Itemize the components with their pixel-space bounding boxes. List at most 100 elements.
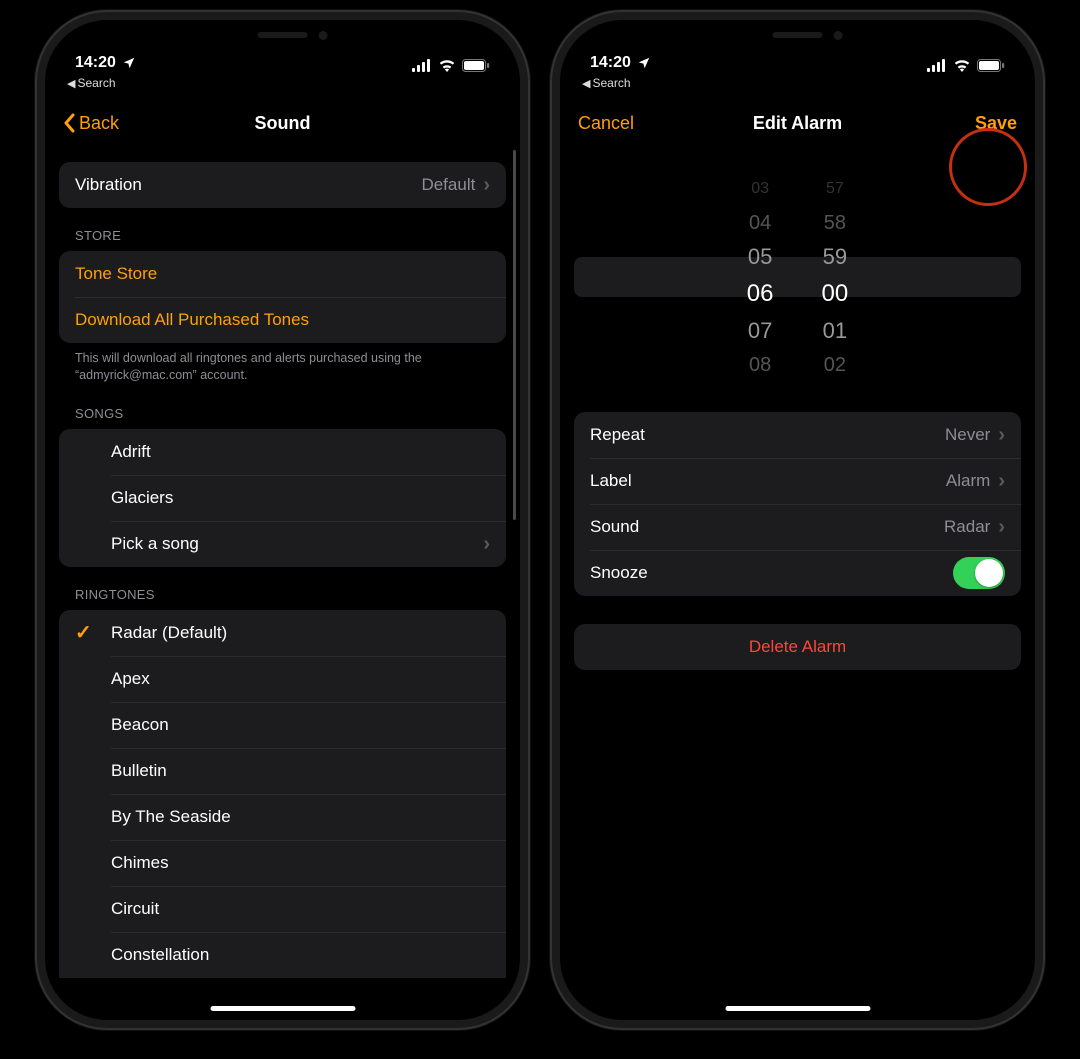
- song-label: Adrift: [111, 442, 151, 462]
- cellular-signal-icon: [927, 59, 947, 72]
- songs-header: SONGS: [59, 400, 506, 429]
- tone-store-label: Tone Store: [75, 264, 157, 284]
- scrollbar[interactable]: [513, 150, 516, 520]
- label-value: Alarm: [946, 471, 990, 491]
- time-picker[interactable]: 03 04 05 06 07 08 09 57 58 59 00 01: [574, 172, 1021, 382]
- tone-store-row[interactable]: Tone Store: [59, 251, 506, 297]
- picker-value: 58: [824, 206, 846, 240]
- ringtone-label: Apex: [111, 669, 150, 689]
- song-row[interactable]: Glaciers: [59, 475, 506, 521]
- sound-row[interactable]: Sound Radar ›: [574, 504, 1021, 550]
- cellular-signal-icon: [412, 59, 432, 72]
- picker-value: 04: [749, 206, 771, 240]
- vibration-value: Default: [421, 175, 475, 195]
- snooze-label: Snooze: [590, 563, 648, 583]
- picker-value: 08: [749, 348, 771, 382]
- navbar: Cancel Edit Alarm Save: [560, 98, 1035, 148]
- store-header: STORE: [59, 222, 506, 251]
- notch: [715, 20, 880, 52]
- chevron-right-icon: ›: [998, 471, 1005, 491]
- save-label: Save: [975, 113, 1017, 134]
- notch: [200, 20, 365, 52]
- vibration-label: Vibration: [75, 175, 142, 195]
- label-row[interactable]: Label Alarm ›: [574, 458, 1021, 504]
- ringtones-header: RINGTONES: [59, 581, 506, 610]
- cancel-button[interactable]: Cancel: [578, 113, 634, 134]
- pick-song-row[interactable]: Pick a song ›: [59, 521, 506, 567]
- chevron-left-icon: ◀: [582, 77, 590, 90]
- download-all-label: Download All Purchased Tones: [75, 310, 309, 330]
- snooze-toggle[interactable]: [953, 557, 1005, 589]
- repeat-label: Repeat: [590, 425, 645, 445]
- home-indicator[interactable]: [210, 1006, 355, 1011]
- breadcrumb-label: Search: [592, 76, 630, 90]
- home-indicator[interactable]: [725, 1006, 870, 1011]
- breadcrumb[interactable]: ◀ Search: [560, 74, 1035, 98]
- sound-value: Radar: [944, 517, 990, 537]
- chevron-right-icon: ›: [998, 517, 1005, 537]
- breadcrumb[interactable]: ◀ Search: [45, 74, 520, 98]
- chevron-right-icon: ›: [998, 425, 1005, 445]
- back-label: Back: [79, 113, 119, 134]
- picker-value: 07: [748, 314, 772, 348]
- save-button[interactable]: Save: [975, 113, 1017, 134]
- ringtone-row[interactable]: Apex: [59, 656, 506, 702]
- song-label: Glaciers: [111, 488, 173, 508]
- delete-alarm-button[interactable]: Delete Alarm: [574, 624, 1021, 670]
- picker-value: 02: [824, 348, 846, 382]
- status-time: 14:20: [75, 54, 116, 72]
- picker-value: 03: [751, 172, 769, 206]
- phone-frame-right: 14:20 ◀ Search: [560, 20, 1035, 1020]
- ringtone-label: Constellation: [111, 945, 209, 965]
- ringtone-label: Radar (Default): [111, 623, 227, 643]
- vibration-row[interactable]: Vibration Default ›: [59, 162, 506, 208]
- ringtone-row[interactable]: ✓ Radar (Default): [59, 610, 506, 656]
- chevron-left-icon: [63, 113, 75, 133]
- phone-frame-left: 14:20 ◀ Search: [45, 20, 520, 1020]
- ringtone-label: Bulletin: [111, 761, 167, 781]
- repeat-row[interactable]: Repeat Never ›: [574, 412, 1021, 458]
- ringtone-row[interactable]: Constellation: [59, 932, 506, 978]
- ringtone-label: Beacon: [111, 715, 169, 735]
- picker-selected-hour: 06: [747, 274, 774, 314]
- breadcrumb-label: Search: [77, 76, 115, 90]
- chevron-left-icon: ◀: [67, 77, 75, 90]
- checkmark-icon: ✓: [75, 620, 92, 645]
- label-label: Label: [590, 471, 632, 491]
- wifi-icon: [438, 59, 456, 72]
- ringtone-row[interactable]: Chimes: [59, 840, 506, 886]
- store-footer: This will download all ringtones and ale…: [59, 343, 506, 386]
- ringtone-label: By The Seaside: [111, 807, 231, 827]
- picker-selected-minute: 00: [822, 274, 849, 314]
- location-icon: [637, 56, 651, 70]
- battery-icon: [462, 59, 490, 72]
- snooze-row: Snooze: [574, 550, 1021, 596]
- ringtone-label: Circuit: [111, 899, 159, 919]
- delete-alarm-label: Delete Alarm: [749, 637, 846, 657]
- navbar: Back Sound: [45, 98, 520, 148]
- wifi-icon: [953, 59, 971, 72]
- hour-column[interactable]: 03 04 05 06 07 08 09: [747, 172, 774, 382]
- ringtone-row[interactable]: Bulletin: [59, 748, 506, 794]
- sound-label: Sound: [590, 517, 639, 537]
- chevron-right-icon: ›: [483, 175, 490, 195]
- song-row[interactable]: Adrift: [59, 429, 506, 475]
- location-icon: [122, 56, 136, 70]
- chevron-right-icon: ›: [483, 534, 490, 554]
- battery-icon: [977, 59, 1005, 72]
- minute-column[interactable]: 57 58 59 00 01 02 03: [822, 172, 849, 382]
- picker-value: 57: [826, 172, 844, 206]
- picker-value: 59: [823, 240, 847, 274]
- pick-song-label: Pick a song: [111, 534, 199, 554]
- repeat-value: Never: [945, 425, 990, 445]
- ringtone-row[interactable]: Circuit: [59, 886, 506, 932]
- ringtone-row[interactable]: Beacon: [59, 702, 506, 748]
- cancel-label: Cancel: [578, 113, 634, 134]
- picker-value: 05: [748, 240, 772, 274]
- back-button[interactable]: Back: [63, 113, 119, 134]
- picker-value: 01: [823, 314, 847, 348]
- status-time: 14:20: [590, 54, 631, 72]
- download-all-row[interactable]: Download All Purchased Tones: [59, 297, 506, 343]
- ringtone-row[interactable]: By The Seaside: [59, 794, 506, 840]
- ringtone-label: Chimes: [111, 853, 169, 873]
